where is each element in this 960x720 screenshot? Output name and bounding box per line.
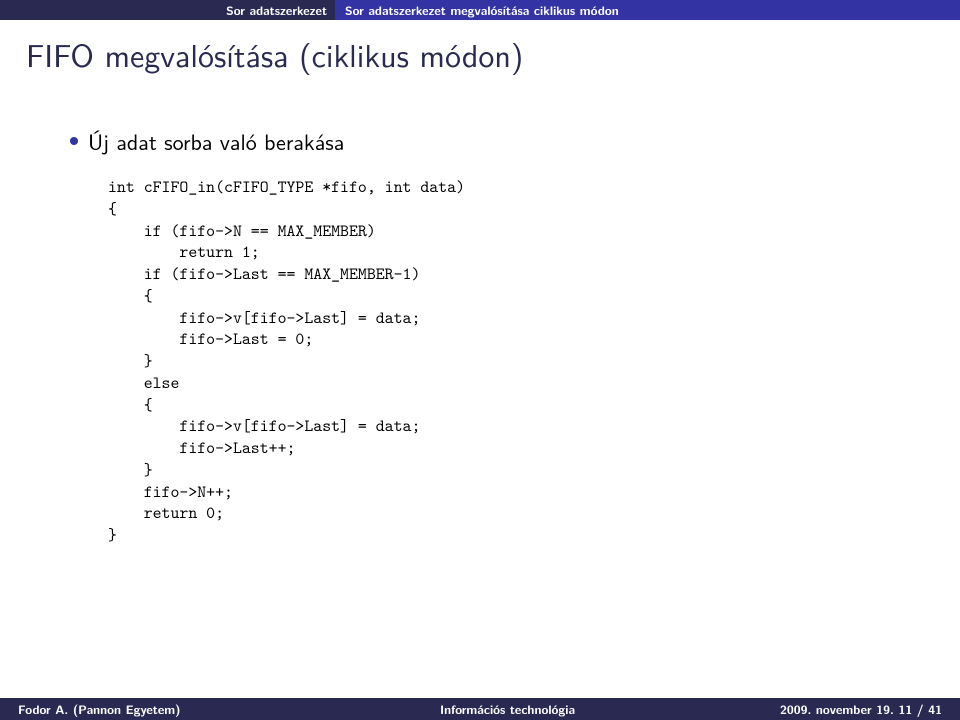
- bullet-item: Új adat sorba való berakása: [70, 125, 890, 157]
- footer: Fodor A. (Pannon Egyetem) Információs te…: [0, 698, 960, 720]
- footer-title: Információs technológia: [335, 700, 680, 718]
- bullet-icon: [70, 137, 78, 145]
- nav-section-label: Sor adatszerkezet: [226, 1, 327, 19]
- bullet-text: Új adat sorba való berakása: [88, 125, 344, 157]
- title-block: FIFO megvalósítása (ciklikus módon): [0, 20, 960, 107]
- content-area: Új adat sorba való berakása int cFIFO_in…: [0, 125, 960, 547]
- nav-subsection-label: Sor adatszerkezet megvalósítása ciklikus…: [345, 1, 619, 19]
- navigation-bar: Sor adatszerkezet Sor adatszerkezet megv…: [0, 0, 960, 20]
- page-title: FIFO megvalósítása (ciklikus módon): [26, 30, 934, 77]
- footer-date-page: 2009. november 19. 11 / 41: [680, 700, 960, 718]
- footer-author: Fodor A. (Pannon Egyetem): [0, 700, 335, 718]
- nav-section[interactable]: Sor adatszerkezet: [0, 0, 335, 20]
- nav-subsection[interactable]: Sor adatszerkezet megvalósítása ciklikus…: [335, 0, 960, 20]
- code-block: int cFIFO_in(cFIFO_TYPE *fifo, int data)…: [70, 177, 890, 547]
